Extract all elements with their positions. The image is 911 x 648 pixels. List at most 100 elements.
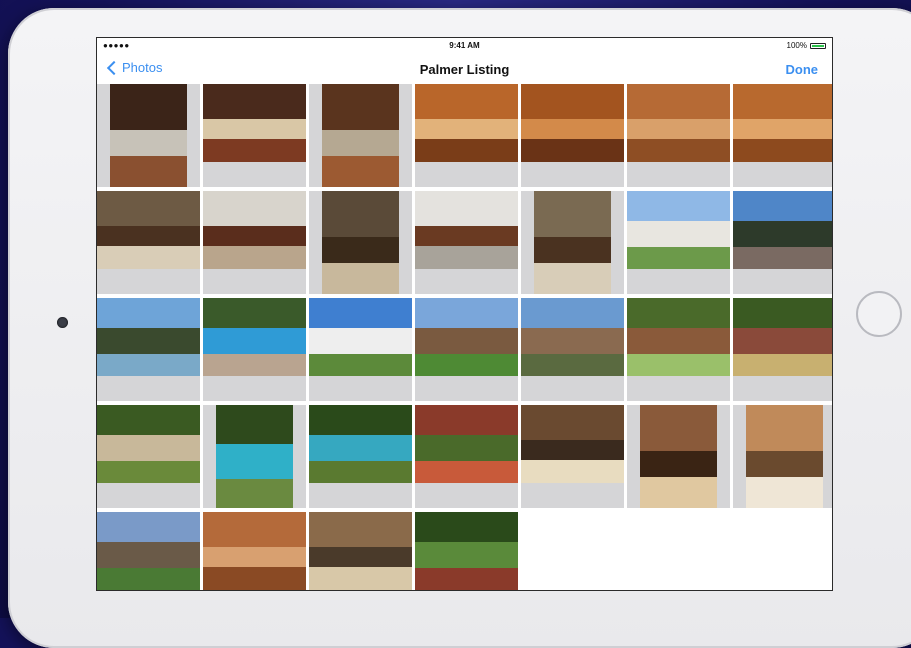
- photo-region: [322, 130, 399, 157]
- done-button[interactable]: Done: [786, 62, 819, 77]
- photo-thumbnail: [203, 298, 306, 376]
- photo-region: [97, 245, 200, 269]
- photo-cell[interactable]: [521, 298, 624, 401]
- photo-cell[interactable]: [627, 298, 730, 401]
- photo-region: [733, 119, 832, 139]
- photo-region: [203, 138, 306, 162]
- photo-region: [733, 247, 832, 269]
- photo-thumbnail: [97, 512, 200, 590]
- photo-region: [640, 405, 717, 452]
- status-time: 9:41 AM: [449, 41, 480, 50]
- photo-region: [534, 237, 611, 264]
- photo-cell[interactable]: [415, 191, 518, 294]
- photo-region: [415, 568, 518, 590]
- photo-cell[interactable]: [203, 191, 306, 294]
- photo-thumbnail: [216, 405, 293, 508]
- photo-region: [627, 138, 730, 162]
- photo-cell[interactable]: [733, 405, 832, 508]
- photo-cell[interactable]: [415, 298, 518, 401]
- photo-cell[interactable]: [309, 191, 412, 294]
- photo-region: [97, 405, 200, 435]
- photo-thumbnail: [627, 298, 730, 376]
- photo-region: [415, 119, 518, 139]
- photo-region: [97, 541, 200, 569]
- photo-region: [415, 512, 518, 542]
- photo-thumbnail: [97, 405, 200, 483]
- front-camera: [57, 317, 68, 328]
- photo-region: [309, 298, 412, 328]
- photo-region: [733, 84, 832, 120]
- photo-cell[interactable]: [97, 298, 200, 401]
- photo-grid: [97, 84, 832, 590]
- photo-region: [97, 191, 200, 227]
- photo-region: [534, 263, 611, 294]
- photo-region: [733, 354, 832, 376]
- photo-region: [534, 191, 611, 238]
- photo-region: [521, 459, 624, 483]
- photo-cell[interactable]: [97, 512, 200, 590]
- photo-cell[interactable]: [733, 191, 832, 294]
- photo-cell[interactable]: [415, 405, 518, 508]
- photo-region: [203, 566, 306, 590]
- photo-thumbnail: [746, 405, 823, 508]
- photo-region: [309, 327, 412, 355]
- photo-thumbnail: [110, 84, 187, 187]
- photo-region: [309, 461, 412, 483]
- photo-cell[interactable]: [521, 84, 624, 187]
- photo-region: [309, 434, 412, 462]
- photo-cell[interactable]: [627, 84, 730, 187]
- battery-icon: [810, 42, 826, 49]
- photo-region: [521, 405, 624, 441]
- photo-region: [733, 327, 832, 355]
- photo-cell[interactable]: [97, 84, 200, 187]
- photo-cell[interactable]: [521, 191, 624, 294]
- photo-cell[interactable]: [309, 512, 412, 590]
- photo-thumbnail: [415, 84, 518, 162]
- photo-region: [415, 541, 518, 569]
- photo-region: [309, 547, 412, 567]
- photo-thumbnail: [627, 84, 730, 162]
- photo-region: [203, 226, 306, 246]
- photo-thumbnail: [322, 191, 399, 294]
- photo-cell[interactable]: [309, 84, 412, 187]
- photo-cell[interactable]: [203, 298, 306, 401]
- photo-cell[interactable]: [97, 191, 200, 294]
- photo-cell[interactable]: [309, 405, 412, 508]
- photo-thumbnail: [521, 298, 624, 376]
- photo-cell[interactable]: [309, 298, 412, 401]
- photo-cell[interactable]: [733, 84, 832, 187]
- photo-region: [110, 156, 187, 187]
- photo-region: [97, 298, 200, 328]
- photo-region: [415, 84, 518, 120]
- photo-region: [415, 405, 518, 435]
- photo-region: [733, 220, 832, 248]
- photo-region: [415, 226, 518, 246]
- photo-thumbnail: [97, 191, 200, 269]
- screen: ●●●●● 9:41 AM 100% Photos Palmer Listing…: [96, 37, 833, 591]
- photo-thumbnail: [309, 512, 412, 590]
- photo-cell[interactable]: [521, 405, 624, 508]
- photo-cell[interactable]: [203, 84, 306, 187]
- photo-cell[interactable]: [203, 512, 306, 590]
- photo-region: [203, 191, 306, 227]
- photo-cell[interactable]: [627, 405, 730, 508]
- photo-region: [746, 405, 823, 452]
- photo-cell[interactable]: [627, 191, 730, 294]
- photo-cell[interactable]: [415, 84, 518, 187]
- photo-region: [521, 327, 624, 355]
- photo-thumbnail: [203, 512, 306, 590]
- photo-region: [415, 354, 518, 376]
- home-button[interactable]: [856, 291, 902, 337]
- photo-cell[interactable]: [97, 405, 200, 508]
- photo-cell[interactable]: [203, 405, 306, 508]
- photo-region: [733, 298, 832, 328]
- photo-cell[interactable]: [733, 298, 832, 401]
- photo-region: [627, 354, 730, 376]
- photo-region: [627, 191, 730, 221]
- photo-region: [640, 451, 717, 478]
- photo-cell[interactable]: [415, 512, 518, 590]
- photo-region: [216, 405, 293, 445]
- navigation-bar: Photos Palmer Listing Done: [97, 54, 832, 84]
- photo-thumbnail: [309, 298, 412, 376]
- photo-thumbnail: [534, 191, 611, 294]
